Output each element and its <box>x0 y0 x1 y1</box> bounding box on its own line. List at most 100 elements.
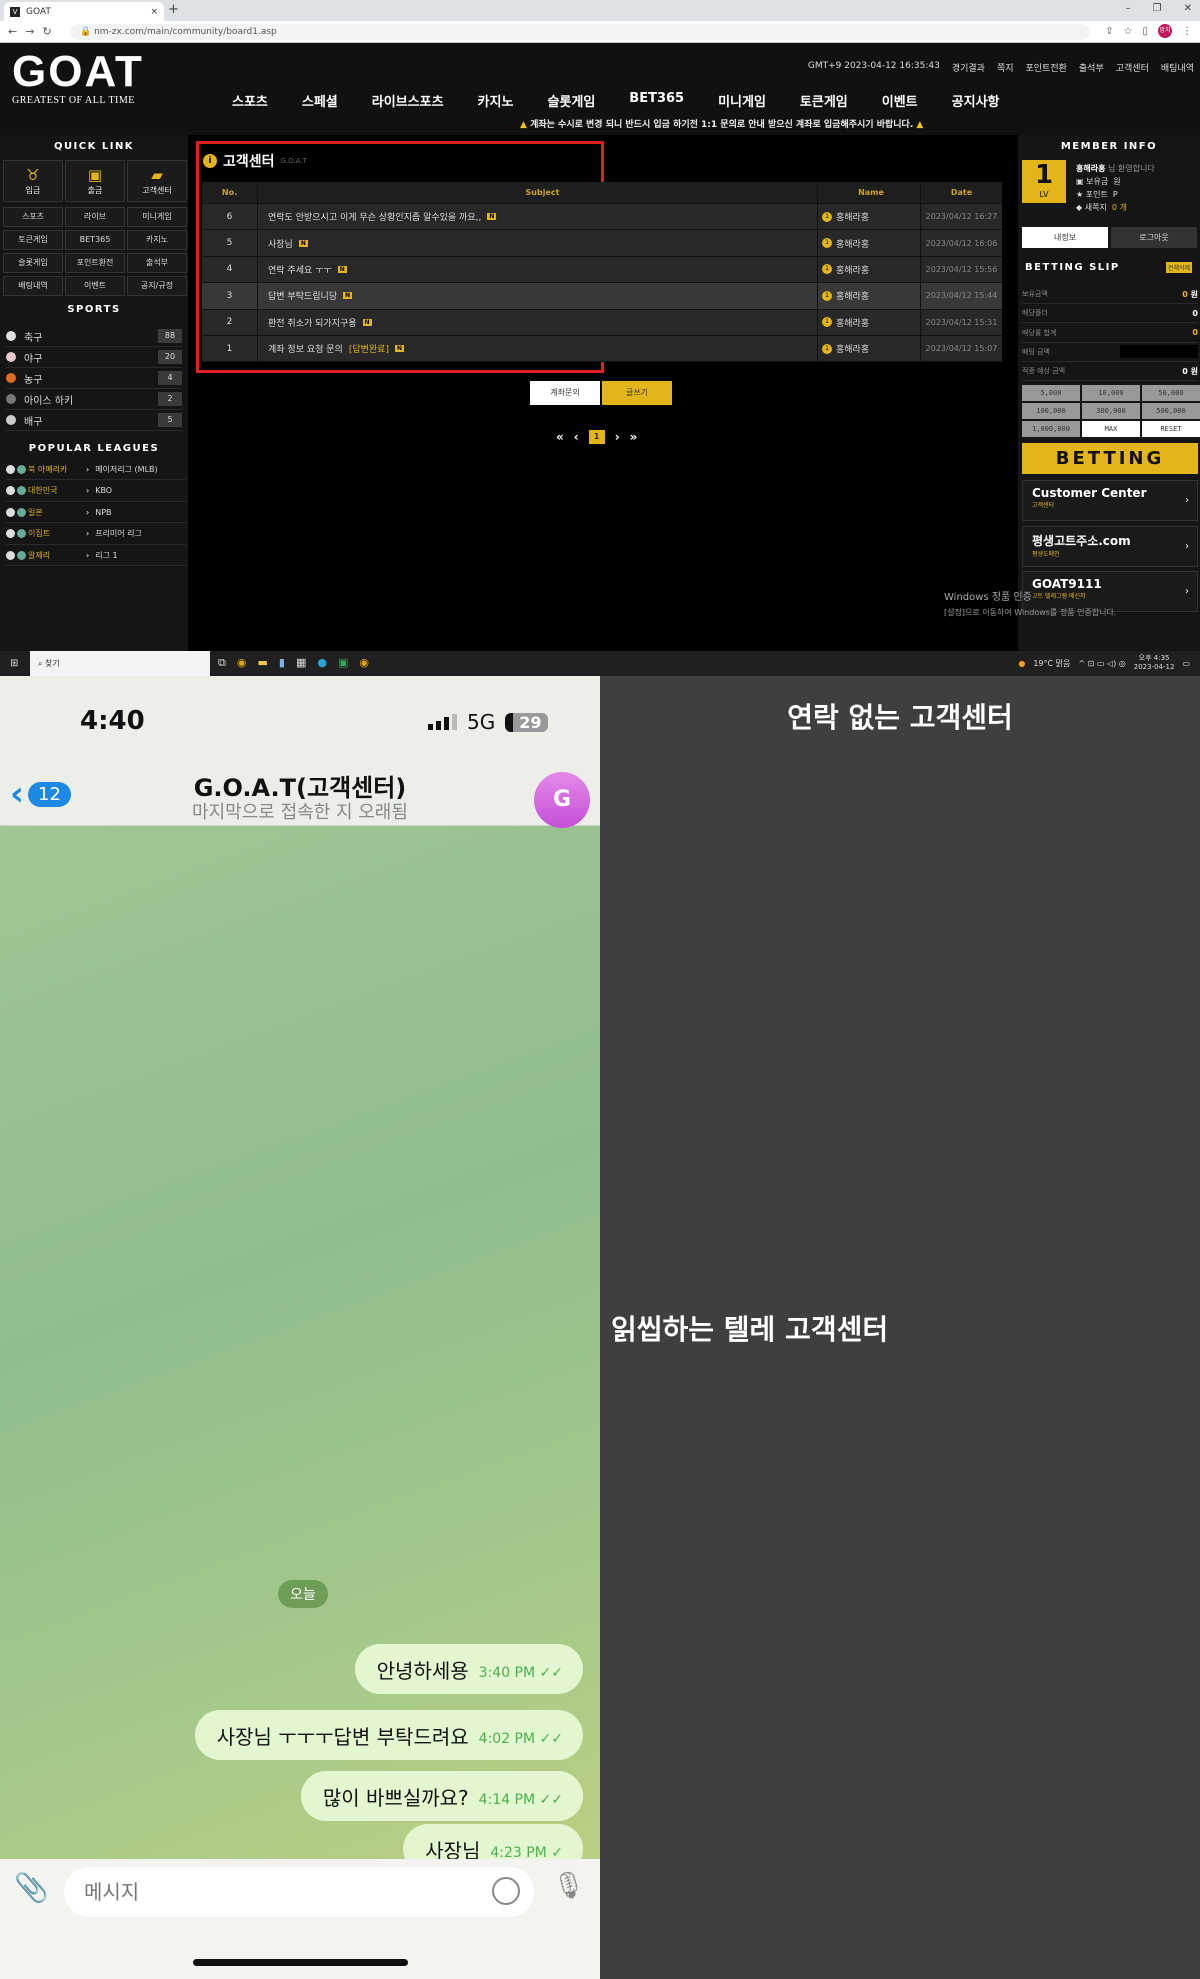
league-item[interactable]: 이집트 › 프리미어 리그 <box>6 524 186 545</box>
row-subject[interactable]: 연락도 안받으시고 이게 무슨 상황인지좀 알수있을 까요,, <box>268 210 481 223</box>
league-item[interactable]: 대한민국 › KBO <box>6 481 186 502</box>
row-subject[interactable]: 사장님 <box>268 237 293 250</box>
chrome-icon[interactable]: ◉ <box>237 656 247 670</box>
table-row[interactable]: 1 계좌 정보 요청 문의 [답변완료] N 1 홍해라홍 2023/04/12 15:07 <box>202 335 1002 363</box>
taskbar-clock[interactable]: 오후 4:35 2023-04-12 <box>1134 654 1175 672</box>
top-link[interactable]: 고객센터 <box>1116 61 1149 74</box>
quick-link-item[interactable]: 배팅내역 <box>3 276 63 296</box>
top-link[interactable]: 경기결과 <box>952 61 985 74</box>
top-link[interactable]: 포인트전환 <box>1026 61 1067 74</box>
logout-button[interactable]: 로그아웃 <box>1111 227 1197 248</box>
amount-button[interactable]: 1,000,000 <box>1022 421 1080 437</box>
quick-link-item[interactable]: 출석부 <box>127 253 187 273</box>
table-row[interactable]: 4 연락 주세요 ㅜㅜ N 1 홍해라홍 2023/04/12 15:56 <box>202 256 1002 284</box>
write-button[interactable]: 글쓰기 <box>602 381 672 405</box>
task-view-icon[interactable]: ⧉ <box>218 656 226 670</box>
tray-icons[interactable]: ^ ⊡ ▭ ◁) ◎ <box>1078 659 1125 668</box>
amount-button[interactable]: 5,000 <box>1022 385 1080 401</box>
quick-link-item[interactable]: 카지노 <box>127 230 187 250</box>
quick-link-item[interactable]: 라이브 <box>65 207 125 227</box>
top-link[interactable]: 쪽지 <box>997 61 1014 74</box>
league-item[interactable]: 알제리 › 리그 1 <box>6 545 186 566</box>
bet-amount-input[interactable] <box>1120 345 1198 359</box>
excel-icon[interactable]: ▣ <box>338 656 348 670</box>
prev-page-button[interactable]: ‹ <box>574 430 579 444</box>
back-icon[interactable]: ← <box>8 25 25 38</box>
nav-item[interactable]: 토큰게임 <box>800 91 848 110</box>
quick-link-1[interactable]: ▣ 출금 <box>65 160 125 202</box>
notification-icon[interactable]: ▭ <box>1182 659 1190 668</box>
weather-text[interactable]: 19°C 맑음 <box>1033 658 1070 669</box>
forward-icon[interactable]: → <box>25 25 42 38</box>
telegram-icon[interactable]: ● <box>317 656 327 670</box>
restore-icon[interactable]: ❐ <box>1153 3 1162 14</box>
quick-link-0[interactable]: ♉ 입금 <box>3 160 63 202</box>
sport-item[interactable]: 야구 20 <box>6 347 182 368</box>
row-subject[interactable]: 답변 부탁드립니당 <box>268 289 337 302</box>
sidebar-icon[interactable]: ▯ <box>1142 26 1148 37</box>
url-field[interactable]: 🔒 nm-zx.com/main/community/board1.asp <box>70 24 1090 40</box>
quick-link-item[interactable]: 스포츠 <box>3 207 63 227</box>
league-item[interactable]: 일본 › NPB <box>6 502 186 523</box>
table-row[interactable]: 2 환전 취소가 되가지구용 N 1 홍해라홍 2023/04/12 15:31 <box>202 309 1002 336</box>
table-row[interactable]: 5 사장님 N 1 홍해라홍 2023/04/12 16:06 <box>202 230 1002 257</box>
calculator-icon[interactable]: ▦ <box>296 656 306 670</box>
account-inquiry-button[interactable]: 계좌문의 <box>530 381 600 405</box>
nav-item[interactable]: 공지사항 <box>952 91 1000 110</box>
top-link[interactable]: 출석부 <box>1079 61 1104 74</box>
quick-link-item[interactable]: 토큰게임 <box>3 230 63 250</box>
row-subject[interactable]: 환전 취소가 되가지구용 <box>268 316 357 329</box>
message-count[interactable]: 0 개 <box>1112 203 1127 212</box>
amount-button[interactable]: RESET <box>1142 421 1200 437</box>
nav-item[interactable]: 카지노 <box>478 91 514 110</box>
sport-item[interactable]: 배구 5 <box>6 410 182 431</box>
top-link[interactable]: 배팅내역 <box>1161 61 1194 74</box>
row-subject[interactable]: 연락 주세요 ㅜㅜ <box>268 263 332 276</box>
message-input[interactable] <box>64 1867 534 1917</box>
microphone-icon[interactable]: 🎙 <box>552 1871 585 1901</box>
amount-button[interactable]: 100,000 <box>1022 403 1080 419</box>
promo-card[interactable]: Customer Center 고객센터 › <box>1022 480 1198 521</box>
browser-tab[interactable]: V GOAT × <box>4 2 164 21</box>
amount-button[interactable]: 300,000 <box>1082 403 1140 419</box>
quick-link-item[interactable]: 이벤트 <box>65 276 125 296</box>
new-tab-button[interactable]: + <box>168 2 179 17</box>
sport-item[interactable]: 농구 4 <box>6 368 182 389</box>
profile-avatar[interactable]: 망치 <box>1158 24 1172 38</box>
chat-avatar[interactable]: G <box>534 772 590 828</box>
nav-item[interactable]: 이벤트 <box>882 91 918 110</box>
sticker-icon[interactable] <box>492 1877 520 1905</box>
nav-item[interactable]: 스페셜 <box>302 91 338 110</box>
close-tab-icon[interactable]: × <box>150 7 158 17</box>
quick-link-item[interactable]: BET365 <box>65 230 125 250</box>
quick-link-item[interactable]: 포인트환전 <box>65 253 125 273</box>
bookmark-star-icon[interactable]: ☆ <box>1124 26 1133 37</box>
sport-item[interactable]: 아이스 하키 2 <box>6 389 182 410</box>
table-row[interactable]: 6 연락도 안받으시고 이게 무슨 상황인지좀 알수있을 까요,, N 1 홍해라홍 20… <box>202 204 1002 231</box>
amount-button[interactable]: MAX <box>1082 421 1140 437</box>
nav-item[interactable]: 라이브스포츠 <box>372 91 444 110</box>
row-subject[interactable]: 계좌 정보 요청 문의 <box>268 342 343 355</box>
amount-button[interactable]: 10,000 <box>1082 385 1140 401</box>
chrome-icon[interactable]: ◉ <box>359 656 369 670</box>
table-row[interactable]: 3 답변 부탁드립니당 N 1 홍해라홍 2023/04/12 15:44 <box>202 283 1002 310</box>
nav-item[interactable]: BET365 <box>629 91 684 110</box>
taskbar-search[interactable]: ⌕ 찾기 <box>30 651 210 676</box>
windows-start-icon[interactable]: ⊞ <box>10 658 18 669</box>
first-page-button[interactable]: « <box>556 430 564 444</box>
nav-item[interactable]: 스포츠 <box>232 91 268 110</box>
attach-icon[interactable]: 📎 <box>14 1871 49 1904</box>
file-explorer-icon[interactable]: ▬ <box>257 656 267 670</box>
last-page-button[interactable]: » <box>630 430 638 444</box>
nav-item[interactable]: 미니게임 <box>718 91 766 110</box>
quick-link-item[interactable]: 공지/규정 <box>127 276 187 296</box>
reload-icon[interactable]: ↻ <box>42 25 59 38</box>
amount-button[interactable]: 50,000 <box>1142 385 1200 401</box>
menu-icon[interactable]: ⋮ <box>1182 26 1192 37</box>
sport-item[interactable]: 축구 88 <box>6 326 182 347</box>
quick-link-2[interactable]: ▰ 고객센터 <box>127 160 187 202</box>
promo-card[interactable]: 평생고트주소.com 평생도메인 › <box>1022 525 1198 567</box>
clear-all-button[interactable]: 전체삭제 <box>1166 262 1193 273</box>
quick-link-item[interactable]: 미니게임 <box>127 207 187 227</box>
minimize-icon[interactable]: – <box>1126 3 1131 14</box>
